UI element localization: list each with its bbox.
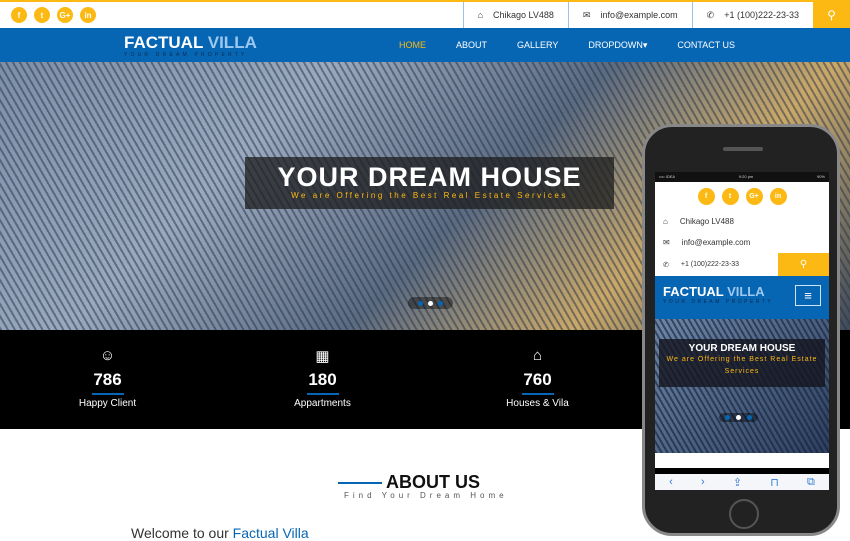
stat-label: Happy Client: [78, 398, 137, 409]
about-subtitle: Find Your Dream Home: [344, 491, 508, 500]
home-icon: ⌂: [663, 217, 668, 226]
phone[interactable]: ✆ +1 (100)222-23-33: [691, 2, 813, 28]
share-icon[interactable]: ⇪: [733, 476, 742, 489]
slide-dot[interactable]: [725, 415, 730, 420]
linkedin-icon[interactable]: in: [80, 7, 96, 23]
phone-text: +1 (100)222-23-33: [724, 10, 799, 20]
stat-label: Houses & Vila: [506, 398, 569, 409]
smile-icon: ☺: [99, 347, 116, 364]
logo[interactable]: FACTUAL VILLA YOUR DREAM PROPERTY: [124, 33, 257, 58]
carrier: •••• IDEA: [659, 174, 676, 179]
slide-dot[interactable]: [418, 300, 423, 306]
search-button[interactable]: ⚲: [778, 253, 829, 276]
back-icon[interactable]: ‹: [669, 476, 673, 488]
menu-toggle-button[interactable]: ≡: [795, 285, 821, 306]
stat-houses: ⌂ 760 Houses & Vila: [430, 330, 645, 429]
building-icon: ▦: [315, 348, 330, 365]
brand-main: FACTUAL: [663, 284, 724, 299]
social-links: f t G+ in: [11, 7, 96, 23]
phone-icon: ✆: [663, 261, 669, 269]
top-bar: f t G+ in ⌂ Chikago LV488 ✉ info@example.c…: [0, 0, 850, 28]
battery: 90%: [816, 174, 825, 179]
hero-title: YOUR DREAM HOUSE: [277, 162, 582, 192]
envelope-icon: ✉: [582, 9, 591, 20]
slide-dot[interactable]: [438, 300, 443, 306]
phone-icon: ✆: [706, 9, 715, 20]
bookmarks-icon[interactable]: ⊓: [770, 476, 779, 489]
about-title: ABOUT US: [386, 472, 480, 492]
slide-dot-active[interactable]: [736, 415, 741, 420]
home-icon: ⌂: [532, 347, 543, 364]
time: 9:20 pm: [738, 174, 754, 179]
twitter-icon[interactable]: t: [34, 7, 50, 23]
email-text: info@example.com: [681, 238, 751, 247]
nav-gallery[interactable]: GALLERY: [502, 40, 573, 50]
phone-screen: •••• IDEA 9:20 pm 90% f t G+ in ⌂ Chikago L…: [655, 172, 829, 490]
tagline: YOUR DREAM PROPERTY: [663, 299, 774, 305]
facebook-icon[interactable]: f: [697, 188, 715, 205]
facebook-icon[interactable]: f: [11, 7, 27, 23]
stat-happy-client: ☺ 786 Happy Client: [0, 330, 215, 429]
brand-accent: VILLA: [207, 33, 257, 52]
email-text: info@example.com: [600, 10, 678, 20]
slider-dots: [408, 297, 453, 309]
about-heading: ABOUT US: [338, 472, 480, 493]
nav-contact[interactable]: CONTACT US: [662, 40, 750, 50]
stat-value: 786: [93, 370, 122, 389]
browser-toolbar: ‹ › ⇪ ⊓ ⧉: [655, 468, 829, 490]
welcome-prefix: Welcome to our: [131, 525, 229, 541]
navbar: FACTUAL VILLA YOUR DREAM PROPERTY HOME AB…: [0, 28, 850, 62]
hero-caption: YOUR DREAM HOUSE We are Offering the Bes…: [245, 157, 614, 209]
stat-appartments: ▦ 180 Appartments: [215, 330, 430, 429]
slide-dot[interactable]: [747, 415, 752, 420]
slide-dot-active[interactable]: [428, 300, 433, 306]
twitter-icon[interactable]: t: [721, 188, 739, 205]
address: ⌂ Chikago LV488: [462, 2, 568, 28]
search-icon: ⚲: [827, 8, 836, 22]
envelope-icon: ✉: [663, 238, 670, 247]
search-icon: ⚲: [799, 259, 808, 270]
address-text: Chikago LV488: [679, 217, 734, 226]
nav-dropdown[interactable]: DROPDOWN▾: [573, 40, 662, 51]
stat-value: 760: [523, 370, 552, 389]
welcome-text: Welcome to our Factual Villa: [131, 525, 309, 541]
search-button[interactable]: ⚲: [813, 2, 850, 28]
stat-value: 180: [308, 370, 337, 389]
google-plus-icon[interactable]: G+: [745, 188, 763, 205]
stat-label: Appartments: [294, 398, 351, 409]
mobile-hero-title: YOUR DREAM HOUSE: [688, 343, 796, 354]
tagline: YOUR DREAM PROPERTY: [124, 52, 248, 58]
phone-text: +1 (100)222-23-33: [680, 261, 740, 268]
google-plus-icon[interactable]: G+: [57, 7, 73, 23]
phone-home-button: [729, 499, 759, 529]
phone-mockup: •••• IDEA 9:20 pm 90% f t G+ in ⌂ Chikago L…: [642, 124, 840, 536]
welcome-accent: Factual Villa: [232, 525, 309, 541]
email[interactable]: ✉ info@example.com: [567, 2, 692, 28]
brand-main: FACTUAL: [124, 33, 204, 52]
tabs-icon[interactable]: ⧉: [807, 476, 815, 489]
address-text: Chikago LV488: [493, 10, 554, 20]
hamburger-icon: ≡: [804, 288, 812, 303]
nav-home[interactable]: HOME: [384, 40, 441, 50]
linkedin-icon[interactable]: in: [769, 188, 787, 205]
hero-subtitle: We are Offering the Best Real Estate Ser…: [291, 191, 568, 200]
mobile-hero-subtitle: We are Offering the Best Real Estate Ser…: [666, 356, 818, 375]
brand-accent: VILLA: [727, 284, 765, 299]
forward-icon[interactable]: ›: [701, 476, 705, 488]
nav-about[interactable]: ABOUT: [441, 40, 502, 50]
home-icon: ⌂: [477, 10, 484, 20]
